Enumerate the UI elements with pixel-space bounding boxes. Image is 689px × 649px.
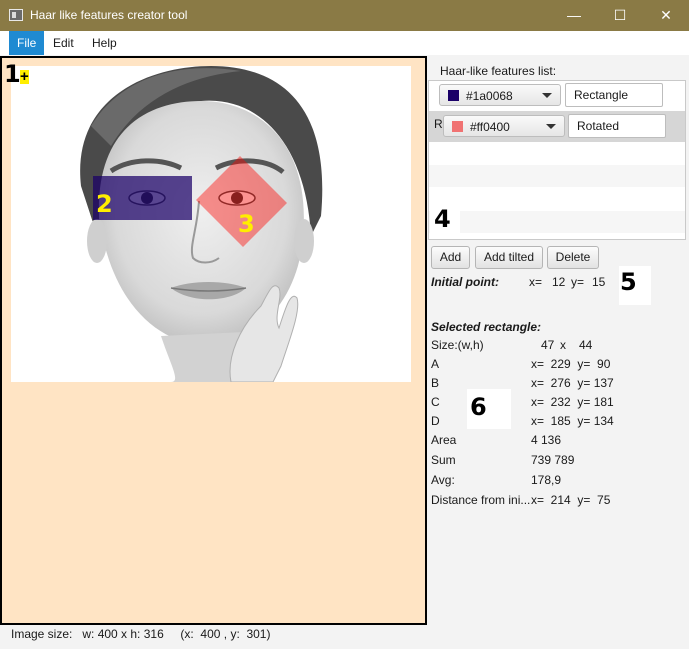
- initial-point-cross[interactable]: +: [20, 69, 29, 84]
- feature-type-field[interactable]: Rectangle: [565, 83, 663, 107]
- menu-file[interactable]: File: [9, 31, 45, 55]
- add-tilted-button[interactable]: Add tilted: [475, 246, 543, 269]
- color-picker[interactable]: #ff0400: [443, 115, 565, 137]
- color-value: #ff0400: [470, 120, 510, 134]
- color-swatch: [452, 121, 463, 132]
- annotation-6: 6: [470, 393, 487, 421]
- feature-row[interactable]: #1a0068 Rectangle: [429, 81, 685, 111]
- add-button[interactable]: Add: [431, 246, 470, 269]
- area-label: Area: [431, 433, 457, 447]
- sum-value: 739 789: [531, 453, 575, 467]
- initial-y-value: 15: [592, 275, 606, 289]
- empty-row: [429, 211, 685, 233]
- point-b-label: B: [431, 376, 440, 390]
- point-c-value: x= 232 y= 181: [531, 395, 614, 409]
- empty-row: [429, 165, 685, 187]
- color-picker[interactable]: #1a0068: [439, 84, 561, 106]
- marker-2: 2: [96, 190, 113, 218]
- color-swatch: [448, 90, 459, 101]
- avg-label: Avg:: [431, 473, 455, 487]
- window-title: Haar like features creator tool: [30, 8, 188, 22]
- minimize-button[interactable]: —: [551, 0, 597, 31]
- close-button[interactable]: ✕: [643, 0, 689, 31]
- avg-value: 178,9: [531, 473, 562, 487]
- row-prefix: R: [434, 117, 443, 131]
- feature-row-selected[interactable]: R #ff0400 Rotated: [429, 111, 685, 142]
- face-photo[interactable]: [11, 66, 411, 382]
- marker-1: 1: [4, 60, 21, 88]
- point-c-label: C: [431, 395, 440, 409]
- point-d-value: x= 185 y= 134: [531, 414, 614, 428]
- distance-label: Distance from ini...: [431, 493, 531, 507]
- initial-y-label: y=: [571, 275, 585, 289]
- color-value: #1a0068: [466, 89, 513, 103]
- point-d-label: D: [431, 414, 440, 428]
- selected-heading: Selected rectangle:: [431, 320, 542, 334]
- menu-help[interactable]: Help: [84, 31, 125, 55]
- maximize-button[interactable]: ☐: [597, 0, 643, 31]
- size-sep: x: [560, 338, 566, 352]
- initial-x-label: x=: [529, 275, 543, 289]
- size-h: 44: [579, 338, 593, 352]
- menu-edit[interactable]: Edit: [45, 31, 82, 55]
- point-a-value: x= 229 y= 90: [531, 357, 611, 371]
- initial-point-label: Initial point:: [431, 275, 499, 289]
- app-icon: [9, 9, 23, 21]
- sum-label: Sum: [431, 453, 456, 467]
- face-illustration: [80, 66, 323, 382]
- distance-value: x= 214 y= 75: [531, 493, 611, 507]
- status-bar: Image size: w: 400 x h: 316 (x: 400 , y:…: [11, 627, 271, 641]
- initial-x-value: 12: [552, 275, 566, 289]
- point-a-label: A: [431, 357, 440, 371]
- features-list-label: Haar-like features list:: [440, 64, 557, 78]
- marker-3: 3: [238, 210, 255, 238]
- chevron-down-icon: [542, 93, 552, 98]
- annotation-4: 4: [434, 205, 451, 233]
- annotation-5: 5: [620, 268, 637, 296]
- delete-button[interactable]: Delete: [547, 246, 599, 269]
- point-b-value: x= 276 y= 137: [531, 376, 614, 390]
- chevron-down-icon: [546, 124, 556, 129]
- size-w: 47: [541, 338, 555, 352]
- size-label: Size:(w,h): [431, 338, 484, 352]
- features-list[interactable]: #1a0068 Rectangle R #ff0400 Rotated: [428, 80, 686, 240]
- area-value: 4 136: [531, 433, 562, 447]
- feature-type-field[interactable]: Rotated: [568, 114, 666, 138]
